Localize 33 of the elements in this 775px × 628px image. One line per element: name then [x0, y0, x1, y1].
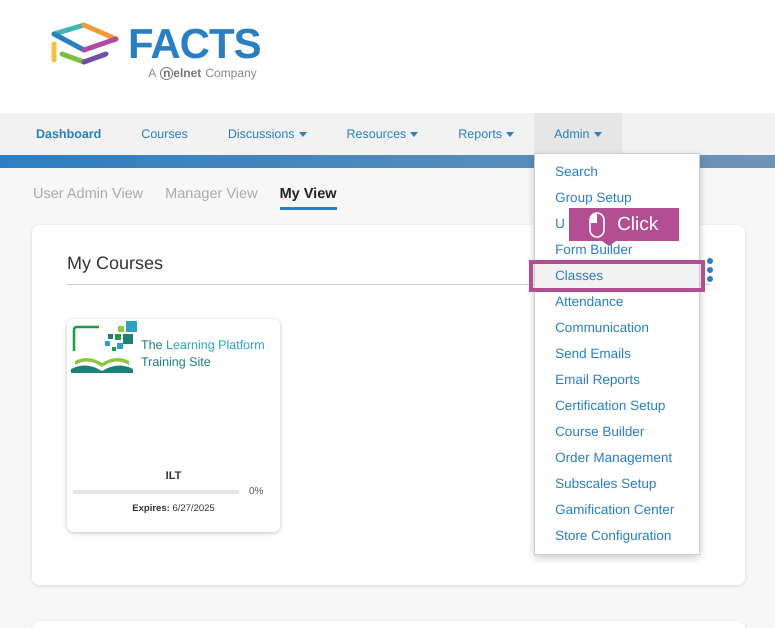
brand-name: FACTS — [128, 22, 261, 66]
more-options-icon[interactable] — [706, 257, 714, 283]
menu-item[interactable]: Search — [535, 159, 700, 185]
menu-item[interactable]: Group Setup — [535, 185, 700, 211]
view-tab[interactable]: Manager View — [165, 186, 258, 210]
menu-item[interactable]: Course Builder — [535, 419, 700, 445]
expiry-date: Expires: 6/27/2025 — [131, 503, 216, 514]
course-card[interactable]: The Learning Platform Training Site ILT 0% Expires: 6/27/2025 — [67, 319, 280, 532]
menu-item[interactable]: Subscales Setup — [535, 471, 700, 497]
course-type: ILT — [164, 470, 182, 482]
nav-tab[interactable]: Admin — [534, 113, 622, 155]
nav-tab[interactable]: Resources — [326, 113, 438, 155]
callout-text: Click — [617, 214, 658, 236]
view-tab[interactable]: User Admin View — [33, 186, 144, 210]
menu-item[interactable]: Order Management — [535, 445, 700, 471]
mouse-icon — [589, 212, 606, 238]
menu-item[interactable]: Store Configuration — [535, 523, 700, 549]
progress-percent: 0% — [249, 486, 264, 497]
nav-tab[interactable]: Discussions — [208, 113, 327, 155]
site-logo-text: The Learning Platform Training Site — [141, 337, 265, 371]
menu-item[interactable]: Send Emails — [535, 341, 700, 367]
nav-tab[interactable]: Courses — [121, 113, 208, 155]
menu-item[interactable]: Communication — [535, 315, 700, 341]
nav-tab[interactable]: Dashboard — [16, 113, 122, 155]
menu-item[interactable]: Gamification Center — [535, 497, 700, 523]
nav-tab[interactable]: Reports — [438, 113, 534, 155]
book-logo-icon — [71, 321, 137, 375]
tagline-text: A — [148, 66, 156, 80]
menu-item[interactable]: Email Reports — [535, 367, 700, 393]
tagline-text: Company — [205, 66, 257, 80]
menu-item[interactable]: Attendance — [535, 289, 700, 315]
view-tab[interactable]: My View — [280, 186, 337, 210]
menu-item[interactable]: Certification Setup — [535, 393, 700, 419]
